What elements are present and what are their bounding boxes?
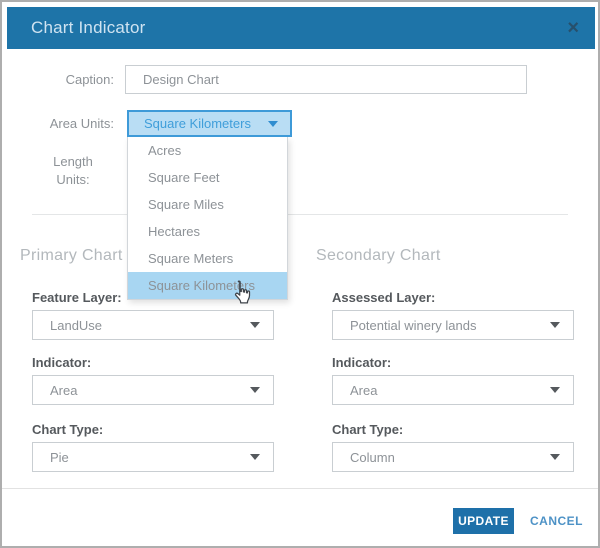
primary-chart-type-label: Chart Type: — [32, 422, 103, 437]
dropdown-option-square-feet[interactable]: Square Feet — [128, 164, 287, 191]
length-units-label-line1: Length — [53, 154, 93, 169]
secondary-chart-type-select[interactable]: Column — [332, 442, 574, 472]
primary-indicator-select[interactable]: Area — [32, 375, 274, 405]
assessed-layer-value: Potential winery lands — [333, 318, 476, 333]
chevron-down-icon — [250, 322, 260, 328]
chevron-down-icon — [550, 454, 560, 460]
primary-chart-type-select[interactable]: Pie — [32, 442, 274, 472]
chevron-down-icon — [268, 121, 278, 127]
primary-chart-type-value: Pie — [33, 450, 69, 465]
dropdown-option-square-meters[interactable]: Square Meters — [128, 245, 287, 272]
primary-chart-heading: Primary Chart — [20, 247, 123, 265]
secondary-chart-heading: Secondary Chart — [316, 247, 441, 265]
update-button[interactable]: UPDATE — [453, 508, 514, 534]
length-units-label: Length Units: — [32, 153, 114, 189]
dropdown-option-hectares[interactable]: Hectares — [128, 218, 287, 245]
primary-indicator-label: Indicator: — [32, 355, 91, 370]
dropdown-option-square-miles[interactable]: Square Miles — [128, 191, 287, 218]
feature-layer-value: LandUse — [33, 318, 102, 333]
dialog-title: Chart Indicator — [7, 18, 146, 38]
assessed-layer-label: Assessed Layer: — [332, 290, 435, 305]
close-icon[interactable]: × — [567, 18, 579, 38]
dropdown-option-square-kilometers[interactable]: Square Kilometers — [128, 272, 287, 299]
footer-divider — [2, 488, 598, 489]
cancel-button[interactable]: CANCEL — [530, 514, 583, 528]
units-section-divider — [32, 214, 568, 215]
feature-layer-label: Feature Layer: — [32, 290, 122, 305]
dialog-titlebar: Chart Indicator × — [7, 7, 595, 49]
area-units-option-list: Acres Square Feet Square Miles Hectares … — [127, 137, 288, 300]
caption-label: Caption: — [32, 72, 114, 87]
length-units-label-line2: Units: — [56, 172, 89, 187]
dropdown-option-acres[interactable]: Acres — [128, 137, 287, 164]
secondary-indicator-value: Area — [333, 383, 377, 398]
secondary-chart-type-label: Chart Type: — [332, 422, 403, 437]
chevron-down-icon — [550, 322, 560, 328]
area-units-dropdown[interactable]: Square Kilometers — [127, 110, 292, 137]
feature-layer-select[interactable]: LandUse — [32, 310, 274, 340]
chevron-down-icon — [250, 454, 260, 460]
area-units-value: Square Kilometers — [129, 116, 251, 131]
chart-indicator-dialog: Chart Indicator × Caption: Area Units: S… — [0, 0, 600, 548]
area-units-label: Area Units: — [32, 116, 114, 131]
secondary-indicator-select[interactable]: Area — [332, 375, 574, 405]
hand-cursor-icon — [230, 279, 252, 306]
primary-indicator-value: Area — [33, 383, 77, 398]
chevron-down-icon — [550, 387, 560, 393]
assessed-layer-select[interactable]: Potential winery lands — [332, 310, 574, 340]
secondary-chart-type-value: Column — [333, 450, 395, 465]
secondary-indicator-label: Indicator: — [332, 355, 391, 370]
chevron-down-icon — [250, 387, 260, 393]
caption-input[interactable] — [125, 65, 527, 94]
